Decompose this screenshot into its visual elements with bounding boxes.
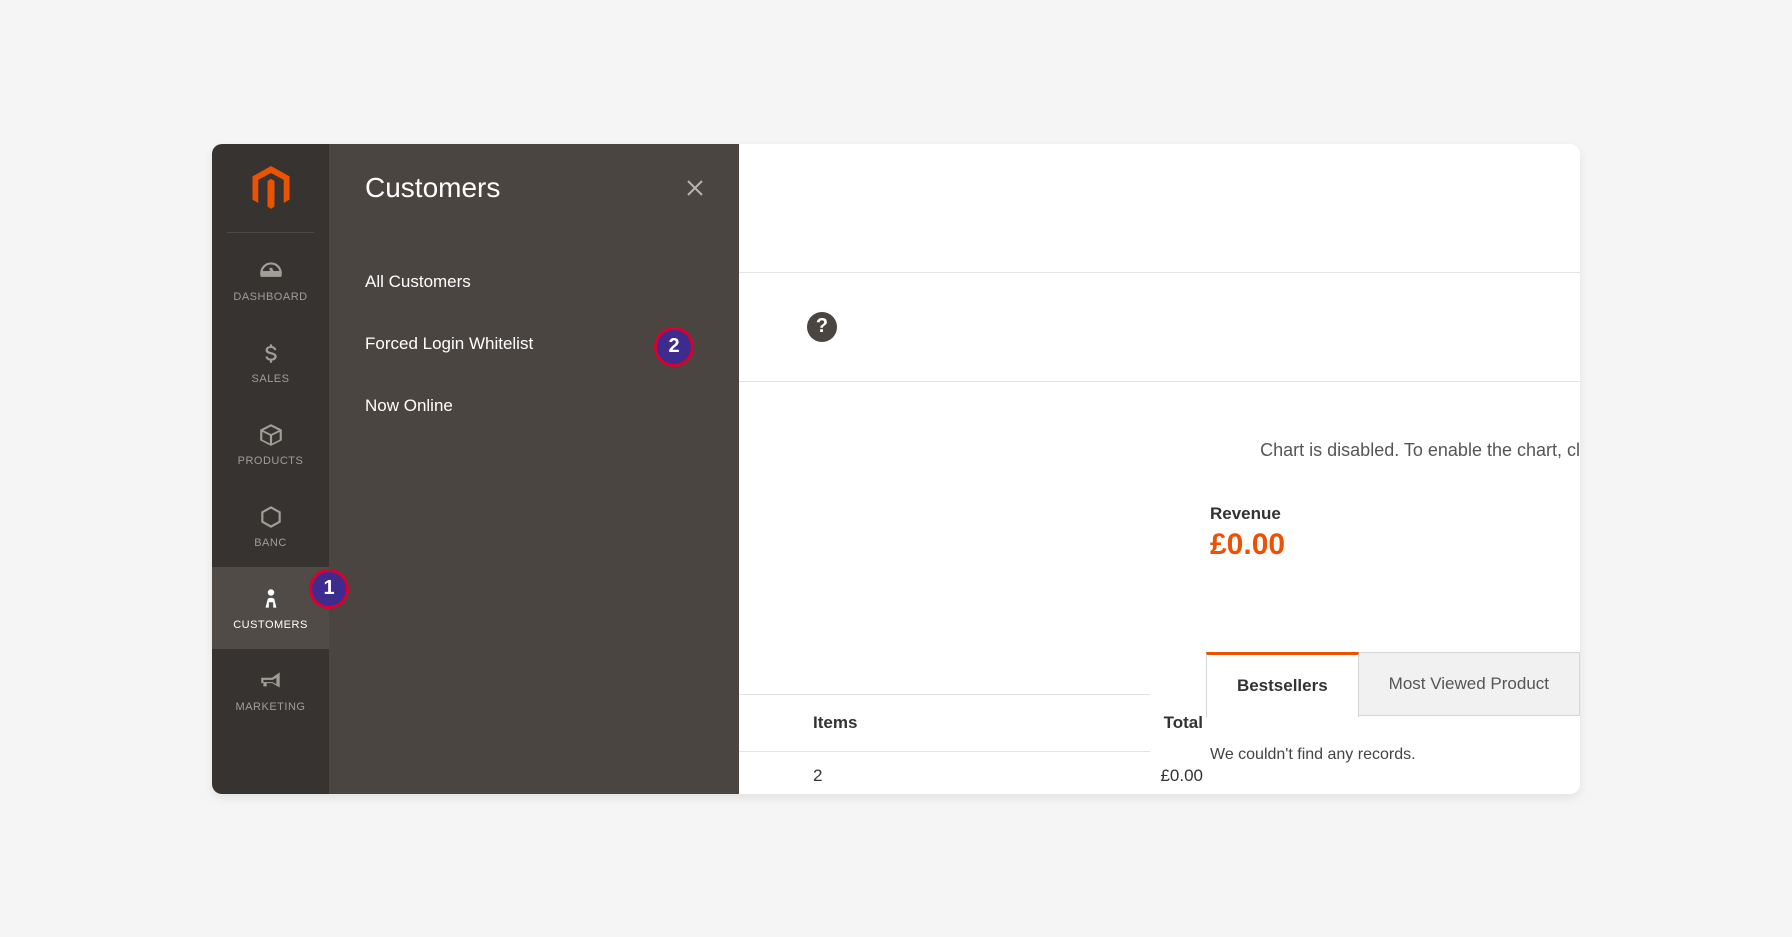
tab-bestsellers[interactable]: Bestsellers [1206,652,1359,718]
primary-nav-rail: DASHBOARD SALES PRODUCTS BANC CUSTOMERS [212,144,329,794]
revenue-metric: Revenue £0.00 [1210,504,1580,562]
nav-label: CUSTOMERS [233,619,308,631]
orders-col-total: Total [1053,713,1243,733]
hexagon-icon [257,503,285,531]
flyout-item-now-online[interactable]: Now Online [365,396,453,416]
nav-item-marketing[interactable]: MARKETING [212,649,329,731]
flyout-title: Customers [365,172,500,204]
scope-bar: ? [739,273,1580,382]
revenue-value: £0.00 [1210,528,1580,562]
orders-header: Items Total [739,695,1150,751]
nav-label: SALES [252,373,290,385]
flyout-item-all-customers[interactable]: All Customers [365,272,471,292]
nav-label: PRODUCTS [238,455,304,467]
close-icon [685,178,705,198]
nav-item-products[interactable]: PRODUCTS [212,403,329,485]
nav-label: MARKETING [236,701,306,713]
box-icon [257,421,285,449]
nav-item-banc[interactable]: BANC [212,485,329,567]
magento-logo [212,144,329,232]
nav-label: DASHBOARD [233,291,307,303]
chart-disabled-note: Chart is disabled. To enable the chart, … [1260,440,1580,461]
gauge-icon [257,257,285,285]
flyout-close-button[interactable] [683,176,707,200]
megaphone-icon [257,667,285,695]
orders-col-items: Items [739,713,1053,733]
flyout-items: All Customers Forced Login Whitelist Now… [329,204,739,416]
customers-flyout: Customers All Customers Forced Login Whi… [329,144,739,794]
flyout-item-forced-login-whitelist[interactable]: Forced Login Whitelist [365,334,533,354]
dashboard-tabs: Bestsellers Most Viewed Product [1206,652,1580,714]
flyout-header: Customers [329,144,739,204]
orders-cell-items: 2 [739,766,1053,786]
admin-window: DASHBOARD SALES PRODUCTS BANC CUSTOMERS [212,144,1580,794]
content-header-blank [739,144,1580,273]
rail-divider [227,232,314,233]
nav-item-sales[interactable]: SALES [212,321,329,403]
orders-mini-table: Items Total 2 £0.00 [739,694,1150,794]
no-records-text: We couldn't find any records. [1210,746,1580,764]
callout-badge-1: 1 [309,569,349,609]
dollar-icon [257,339,285,367]
orders-row[interactable]: 2 £0.00 [739,751,1150,794]
orders-cell-total: £0.00 [1053,766,1243,786]
help-icon[interactable]: ? [807,312,837,342]
nav-label: BANC [254,537,287,549]
person-icon [257,585,285,613]
magento-logo-icon [252,166,290,210]
callout-badge-2: 2 [654,327,694,367]
dashboard-content: ? Chart is disabled. To enable the chart… [739,144,1580,794]
tab-most-viewed[interactable]: Most Viewed Product [1359,652,1580,716]
revenue-label: Revenue [1210,504,1580,524]
nav-item-dashboard[interactable]: DASHBOARD [212,239,329,321]
